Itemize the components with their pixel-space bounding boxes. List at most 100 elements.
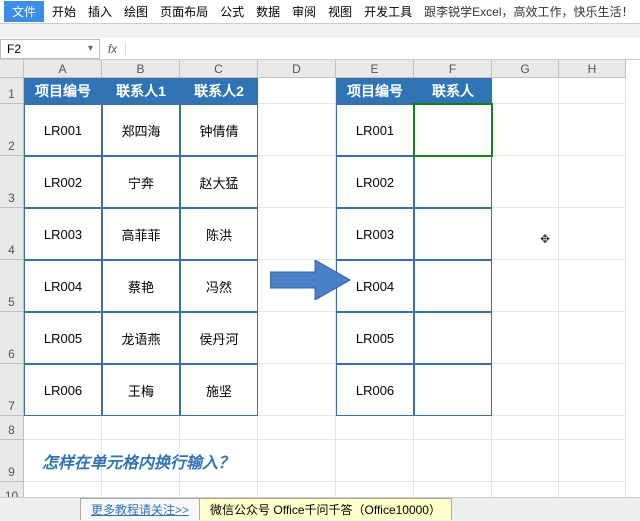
cell-H7[interactable] bbox=[559, 364, 626, 416]
row-header-7[interactable]: 7 bbox=[0, 364, 24, 416]
cell-C8[interactable] bbox=[180, 416, 258, 440]
left-header-1[interactable]: 联系人1 bbox=[102, 78, 180, 104]
right-cell-r1-c0[interactable]: LR002 bbox=[336, 156, 414, 208]
row-header-6[interactable]: 6 bbox=[0, 312, 24, 364]
row-header-5[interactable]: 5 bbox=[0, 260, 24, 312]
cell-G1[interactable] bbox=[492, 78, 559, 104]
left-cell-r5-c0[interactable]: LR006 bbox=[24, 364, 102, 416]
menu-dev[interactable]: 开发工具 bbox=[358, 1, 418, 22]
cell-D3[interactable] bbox=[258, 156, 336, 208]
left-cell-r2-c1[interactable]: 高菲菲 bbox=[102, 208, 180, 260]
col-header-A[interactable]: A bbox=[24, 60, 102, 78]
row-header-2[interactable]: 2 bbox=[0, 104, 24, 156]
left-header-2[interactable]: 联系人2 bbox=[180, 78, 258, 104]
cell-H9[interactable] bbox=[559, 440, 626, 482]
cell-G5[interactable] bbox=[492, 260, 559, 312]
right-cell-r4-c0[interactable]: LR005 bbox=[336, 312, 414, 364]
col-header-D[interactable]: D bbox=[258, 60, 336, 78]
row-header-1[interactable]: 1 bbox=[0, 78, 24, 104]
menu-insert[interactable]: 插入 bbox=[82, 1, 118, 22]
cell-H5[interactable] bbox=[559, 260, 626, 312]
left-header-0[interactable]: 项目编号 bbox=[24, 78, 102, 104]
cell-D4[interactable] bbox=[258, 208, 336, 260]
spreadsheet-grid[interactable]: ABCDEFGH 12345678910 项目编号联系人1联系人2LR001郑四… bbox=[0, 60, 640, 505]
cell-D8[interactable] bbox=[258, 416, 336, 440]
row-header-4[interactable]: 4 bbox=[0, 208, 24, 260]
left-cell-r1-c0[interactable]: LR002 bbox=[24, 156, 102, 208]
fx-label[interactable]: fx bbox=[100, 42, 126, 56]
left-cell-r0-c1[interactable]: 郑四海 bbox=[102, 104, 180, 156]
name-box-dropdown-icon[interactable]: ▾ bbox=[88, 43, 93, 54]
left-cell-r2-c2[interactable]: 陈洪 bbox=[180, 208, 258, 260]
cell-G9[interactable] bbox=[492, 440, 559, 482]
col-header-G[interactable]: G bbox=[492, 60, 559, 78]
cell-E9[interactable] bbox=[336, 440, 414, 482]
left-cell-r4-c0[interactable]: LR005 bbox=[24, 312, 102, 364]
cell-G8[interactable] bbox=[492, 416, 559, 440]
right-header-1[interactable]: 联系人 bbox=[414, 78, 492, 104]
col-header-C[interactable]: C bbox=[180, 60, 258, 78]
menu-data[interactable]: 数据 bbox=[250, 1, 286, 22]
cell-E8[interactable] bbox=[336, 416, 414, 440]
right-cell-r0-c1[interactable] bbox=[414, 104, 492, 156]
right-cell-r5-c0[interactable]: LR006 bbox=[336, 364, 414, 416]
menu-formulas[interactable]: 公式 bbox=[214, 1, 250, 22]
right-header-0[interactable]: 项目编号 bbox=[336, 78, 414, 104]
left-cell-r5-c1[interactable]: 王梅 bbox=[102, 364, 180, 416]
cell-G7[interactable] bbox=[492, 364, 559, 416]
left-cell-r5-c2[interactable]: 施坚 bbox=[180, 364, 258, 416]
formula-input[interactable] bbox=[126, 39, 640, 59]
right-cell-r1-c1[interactable] bbox=[414, 156, 492, 208]
cell-D7[interactable] bbox=[258, 364, 336, 416]
right-cell-r0-c0[interactable]: LR001 bbox=[336, 104, 414, 156]
left-cell-r2-c0[interactable]: LR003 bbox=[24, 208, 102, 260]
left-cell-r1-c1[interactable]: 宁奔 bbox=[102, 156, 180, 208]
cell-B8[interactable] bbox=[102, 416, 180, 440]
left-cell-r3-c2[interactable]: 冯然 bbox=[180, 260, 258, 312]
col-header-F[interactable]: F bbox=[414, 60, 492, 78]
cell-H8[interactable] bbox=[559, 416, 626, 440]
menu-home[interactable]: 开始 bbox=[46, 1, 82, 22]
right-cell-r2-c0[interactable]: LR003 bbox=[336, 208, 414, 260]
cell-H1[interactable] bbox=[559, 78, 626, 104]
cell-G6[interactable] bbox=[492, 312, 559, 364]
cell-F9[interactable] bbox=[414, 440, 492, 482]
select-all-corner[interactable] bbox=[0, 60, 24, 78]
menu-draw[interactable]: 绘图 bbox=[118, 1, 154, 22]
left-cell-r0-c0[interactable]: LR001 bbox=[24, 104, 102, 156]
cell-D1[interactable] bbox=[258, 78, 336, 104]
left-cell-r4-c2[interactable]: 侯丹河 bbox=[180, 312, 258, 364]
cell-H3[interactable] bbox=[559, 156, 626, 208]
right-cell-r5-c1[interactable] bbox=[414, 364, 492, 416]
name-box[interactable]: F2 ▾ bbox=[0, 39, 100, 59]
cell-D6[interactable] bbox=[258, 312, 336, 364]
left-cell-r0-c2[interactable]: 钟倩倩 bbox=[180, 104, 258, 156]
col-header-E[interactable]: E bbox=[336, 60, 414, 78]
cell-H6[interactable] bbox=[559, 312, 626, 364]
col-header-B[interactable]: B bbox=[102, 60, 180, 78]
cell-G2[interactable] bbox=[492, 104, 559, 156]
left-cell-r1-c2[interactable]: 赵大猛 bbox=[180, 156, 258, 208]
menu-layout[interactable]: 页面布局 bbox=[154, 1, 214, 22]
right-cell-r2-c1[interactable] bbox=[414, 208, 492, 260]
cell-F8[interactable] bbox=[414, 416, 492, 440]
right-cell-r3-c1[interactable] bbox=[414, 260, 492, 312]
cell-G3[interactable] bbox=[492, 156, 559, 208]
left-cell-r3-c1[interactable]: 蔡艳 bbox=[102, 260, 180, 312]
menu-view[interactable]: 视图 bbox=[322, 1, 358, 22]
sheet-tab-active[interactable]: 微信公众号 Office千问千答（Office10000） bbox=[199, 498, 452, 520]
menu-review[interactable]: 审阅 bbox=[286, 1, 322, 22]
cell-H4[interactable] bbox=[559, 208, 626, 260]
menu-file[interactable]: 文件 bbox=[4, 1, 44, 22]
right-cell-r4-c1[interactable] bbox=[414, 312, 492, 364]
cell-H2[interactable] bbox=[559, 104, 626, 156]
col-header-H[interactable]: H bbox=[559, 60, 626, 78]
cell-A8[interactable] bbox=[24, 416, 102, 440]
row-header-9[interactable]: 9 bbox=[0, 440, 24, 482]
row-header-3[interactable]: 3 bbox=[0, 156, 24, 208]
row-header-8[interactable]: 8 bbox=[0, 416, 24, 440]
left-cell-r4-c1[interactable]: 龙语燕 bbox=[102, 312, 180, 364]
left-cell-r3-c0[interactable]: LR004 bbox=[24, 260, 102, 312]
sheet-tab-more[interactable]: 更多教程请关注>> bbox=[80, 498, 200, 520]
cell-D2[interactable] bbox=[258, 104, 336, 156]
